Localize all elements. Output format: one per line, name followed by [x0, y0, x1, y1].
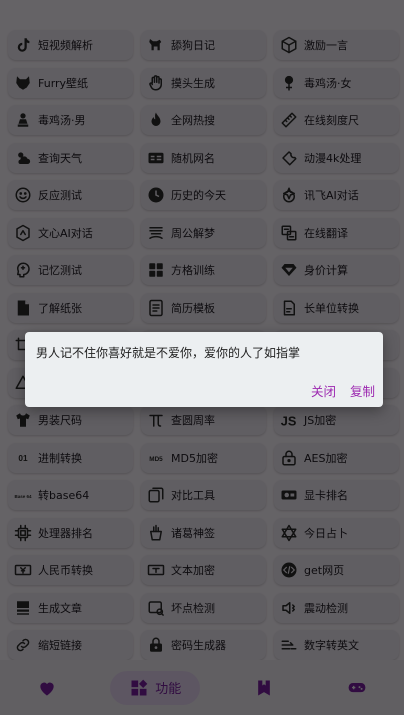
- close-button[interactable]: 关闭: [311, 381, 336, 400]
- copy-button[interactable]: 复制: [350, 381, 375, 400]
- quote-dialog: 男人记不住你喜好就是不爱你，爱你的人了如指掌 关闭 复制: [25, 332, 383, 407]
- dialog-actions: 关闭 复制: [311, 381, 375, 400]
- dialog-message: 男人记不住你喜好就是不爱你，爱你的人了如指掌: [36, 346, 301, 360]
